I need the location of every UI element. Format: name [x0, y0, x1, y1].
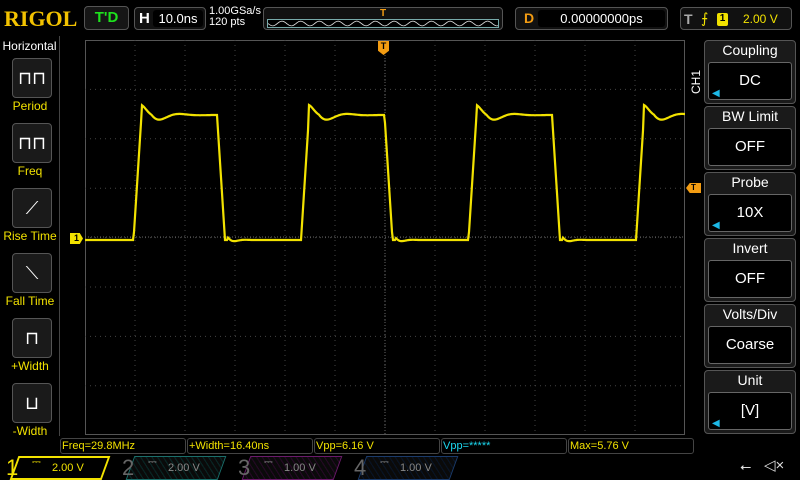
measure-period-button[interactable]: ⊓⊓ — [12, 58, 52, 98]
softkey-title: Coupling — [722, 42, 778, 58]
timebase-value: 10.0ns — [153, 10, 203, 27]
softkey-title: Unit — [737, 372, 763, 388]
measure-neg-width-button[interactable]: ⊔ — [12, 383, 52, 423]
channel-number: 1 — [6, 455, 19, 480]
softkey-value: 10X — [736, 204, 764, 221]
channel-1-button[interactable]: 1 ⎓ 2.00 V — [0, 456, 118, 480]
softkey-value: OFF — [735, 270, 765, 287]
trigger-position-icon: T — [380, 8, 387, 19]
rising-edge-icon: ⨍ — [701, 10, 709, 26]
ch1-ground-marker[interactable]: 1 — [70, 233, 83, 244]
measurement-item[interactable]: Vpp=***** — [441, 438, 567, 454]
measure-rise-time-button[interactable]: ⟋ — [12, 188, 52, 228]
delay-box[interactable]: D 0.00000000ps — [515, 7, 668, 30]
softkey-unit[interactable]: Unit [V] ◀ — [704, 370, 796, 434]
menu-title: Horizontal — [2, 39, 57, 53]
trigger-level: 2.00 V — [743, 12, 778, 26]
run-status[interactable]: T'D — [84, 6, 129, 30]
measure-pos-width-button[interactable]: ⊓ — [12, 318, 52, 358]
softkey-value: DC — [739, 72, 761, 89]
channel-scale: 2.00 V — [168, 462, 200, 474]
channel-label: CH1 — [689, 69, 703, 94]
measure-label: +Width — [11, 359, 49, 373]
channel-scale: 1.00 V — [400, 462, 432, 474]
mute-icon[interactable]: ◁× — [764, 456, 784, 474]
trigger-level-marker[interactable]: T — [686, 183, 701, 193]
trigger-box[interactable]: T ⨍ 1 2.00 V — [680, 7, 792, 30]
softkey-title: Probe — [731, 174, 769, 190]
measure-freq-button[interactable]: ⊓⊓ — [12, 123, 52, 163]
t-label: T — [684, 11, 693, 27]
softkey-title: Volts/Div — [722, 306, 778, 322]
delay-value: 0.00000000ps — [538, 10, 665, 27]
channel-number: 2 — [122, 455, 135, 480]
measurement-item[interactable]: Vpp=6.16 V — [314, 438, 440, 454]
period-icon: ⊓⊓ — [17, 68, 47, 88]
softkey-value: [V] — [740, 402, 760, 419]
overview-wave — [267, 19, 499, 28]
rigol-logo: RIGOL — [4, 6, 78, 31]
timebase-box[interactable]: H 10.0ns — [134, 7, 206, 30]
softkey-title: Invert — [732, 240, 768, 256]
fall-time-icon: ⟍ — [25, 263, 39, 283]
dc-coupling-icon: ⎓ — [148, 456, 157, 468]
softkey-bw-limit[interactable]: BW Limit OFF — [704, 106, 796, 170]
graticule — [85, 40, 685, 435]
measure-label: Freq — [17, 164, 43, 178]
measurement-item[interactable]: Freq=29.8MHz — [60, 438, 186, 454]
freq-icon: ⊓⊓ — [17, 133, 47, 153]
channel-3-button[interactable]: 3 ⎓ 1.00 V — [232, 456, 350, 480]
channel-number: 4 — [354, 455, 367, 480]
softkey-invert[interactable]: Invert OFF — [704, 238, 796, 302]
softkey-volts-div[interactable]: Volts/Div Coarse — [704, 304, 796, 368]
channel-4-button[interactable]: 4 ⎓ 1.00 V — [348, 456, 466, 480]
measure-label: -Width — [12, 424, 48, 438]
trigger-source: 1 — [717, 13, 728, 26]
softkey-coupling[interactable]: Coupling DC ◀ — [704, 40, 796, 104]
usb-icon: ⭠ — [740, 458, 752, 474]
channel-scale: 2.00 V — [52, 462, 84, 474]
left-arrow-icon: ◀ — [712, 418, 720, 429]
waveform-overview: T — [263, 7, 503, 30]
dc-coupling-icon: ⎓ — [32, 456, 41, 468]
measure-fall-time-button[interactable]: ⟍ — [12, 253, 52, 293]
softkey-title: BW Limit — [722, 108, 778, 124]
memory-depth: 120 pts — [209, 16, 246, 28]
measure-label: Rise Time — [3, 229, 57, 243]
dc-coupling-icon: ⎓ — [380, 456, 389, 468]
h-label: H — [139, 10, 150, 27]
waveform-grid — [85, 40, 685, 435]
softkey-value: OFF — [735, 138, 765, 155]
channel-scale: 1.00 V — [284, 462, 316, 474]
measurement-item[interactable]: Max=5.76 V — [568, 438, 694, 454]
pos-width-icon: ⊓ — [24, 328, 40, 348]
channel-2-button[interactable]: 2 ⎓ 2.00 V — [116, 456, 234, 480]
neg-width-icon: ⊔ — [24, 393, 40, 413]
rise-time-icon: ⟋ — [25, 198, 39, 218]
softkey-probe[interactable]: Probe 10X ◀ — [704, 172, 796, 236]
softkey-value: Coarse — [725, 336, 775, 353]
measure-label: Period — [12, 99, 48, 113]
acquisition-info: 1.00GSa/s 120 pts — [209, 6, 261, 28]
channel-number: 3 — [238, 455, 251, 480]
d-label: D — [524, 10, 535, 26]
dc-coupling-icon: ⎓ — [264, 456, 273, 468]
measurement-item[interactable]: +Width=16.40ns — [187, 438, 313, 454]
measure-label: Fall Time — [5, 294, 55, 308]
